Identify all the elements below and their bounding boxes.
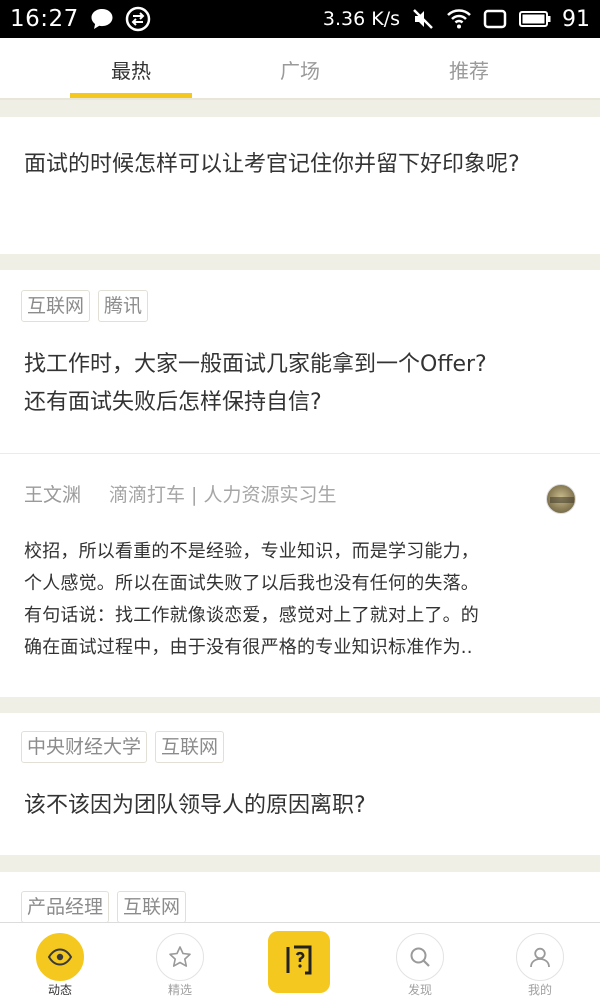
screen-icon — [482, 6, 508, 32]
top-tabs: 最热 广场 推荐 — [0, 38, 600, 100]
tag-list: 产品经理 互联网 — [21, 891, 187, 922]
tag[interactable]: 产品经理 — [21, 891, 110, 922]
tag[interactable]: 中央财经大学 — [21, 731, 148, 763]
feed[interactable]: 面试的时候怎样可以让考官记住你并留下好印象呢? 互联网 腾讯 找工作时，大家一般… — [0, 100, 600, 922]
answer-line: 确在面试过程中，由于没有很严格的专业知识标准作为.. — [24, 637, 473, 658]
nav-me[interactable]: 我的 — [480, 923, 600, 1000]
battery-level: 91 — [562, 6, 590, 32]
tag[interactable]: 腾讯 — [98, 290, 149, 322]
star-icon — [156, 933, 204, 981]
question-card[interactable]: 互联网 腾讯 找工作时，大家一般面试几家能拿到一个Offer? 还有面试失败后怎… — [0, 270, 600, 697]
question-card[interactable]: 中央财经大学 互联网 该不该因为团队领导人的原因离职? — [0, 713, 600, 855]
nav-label: 动态 — [47, 983, 72, 997]
tag-list: 互联网 腾讯 — [21, 290, 149, 322]
answer-excerpt[interactable]: 校招，所以看重的不是经验，专业知识，而是学习能力， 个人感觉。所以在面试失败了以… — [24, 536, 579, 664]
wifi-icon — [446, 6, 472, 32]
tab-recommend[interactable]: 推荐 — [408, 38, 530, 100]
question-title-line: 找工作时，大家一般面试几家能拿到一个Offer? — [24, 352, 487, 377]
active-tab-indicator — [70, 93, 192, 98]
question-card[interactable]: 产品经理 互联网 — [0, 872, 600, 922]
sync-icon — [125, 6, 151, 32]
mute-icon — [410, 6, 436, 32]
avatar[interactable] — [546, 484, 576, 514]
answer-author[interactable]: 王文渊 — [24, 480, 81, 507]
question-card[interactable]: 面试的时候怎样可以让考官记住你并留下好印象呢? — [0, 117, 600, 254]
bottom-nav: 动态 精选 发现 我的 — [0, 922, 600, 1000]
question-title[interactable]: 面试的时候怎样可以让考官记住你并留下好印象呢? — [24, 146, 574, 184]
nav-featured[interactable]: 精选 — [120, 923, 240, 1000]
status-time: 16:27 — [10, 6, 79, 32]
nav-label: 精选 — [167, 983, 192, 997]
network-speed: 3.36 K/s — [322, 8, 400, 30]
battery-icon — [518, 6, 552, 32]
answer-author-role: 滴滴打车 | 人力资源实习生 — [109, 484, 337, 506]
tab-hot[interactable]: 最热 — [70, 38, 192, 100]
eye-icon — [36, 933, 84, 981]
nav-discover[interactable]: 发现 — [360, 923, 480, 1000]
question-title[interactable]: 找工作时，大家一般面试几家能拿到一个Offer? 还有面试失败后怎样保持自信? — [24, 346, 574, 422]
tag[interactable]: 互联网 — [21, 290, 91, 322]
answer-line: 有句话说：找工作就像谈恋爱，感觉对上了就对上了。的 — [24, 605, 479, 626]
nav-label: 我的 — [527, 983, 552, 997]
question-title[interactable]: 该不该因为团队领导人的原因离职? — [24, 787, 574, 825]
tag[interactable]: 互联网 — [117, 891, 187, 922]
question-title-line: 还有面试失败后怎样保持自信? — [24, 390, 322, 415]
divider — [0, 453, 600, 454]
tag-list: 中央财经大学 互联网 — [21, 731, 225, 763]
nav-label: 发现 — [407, 983, 432, 997]
answer-line: 校招，所以看重的不是经验，专业知识，而是学习能力， — [24, 541, 479, 562]
tab-square[interactable]: 广场 — [240, 38, 360, 100]
chat-bubble-icon — [89, 6, 115, 32]
search-icon — [396, 933, 444, 981]
status-bar: 16:27 3.36 K/s 91 — [0, 0, 600, 38]
answer-meta: 王文渊 滴滴打车 | 人力资源实习生 — [24, 480, 337, 507]
answer-line: 个人感觉。所以在面试失败了以后我也没有任何的失落。 — [24, 573, 479, 594]
tag[interactable]: 互联网 — [155, 731, 225, 763]
ask-question-button[interactable] — [268, 931, 330, 993]
user-icon — [516, 933, 564, 981]
ask-icon — [281, 942, 317, 982]
nav-dynamic[interactable]: 动态 — [0, 923, 120, 1000]
